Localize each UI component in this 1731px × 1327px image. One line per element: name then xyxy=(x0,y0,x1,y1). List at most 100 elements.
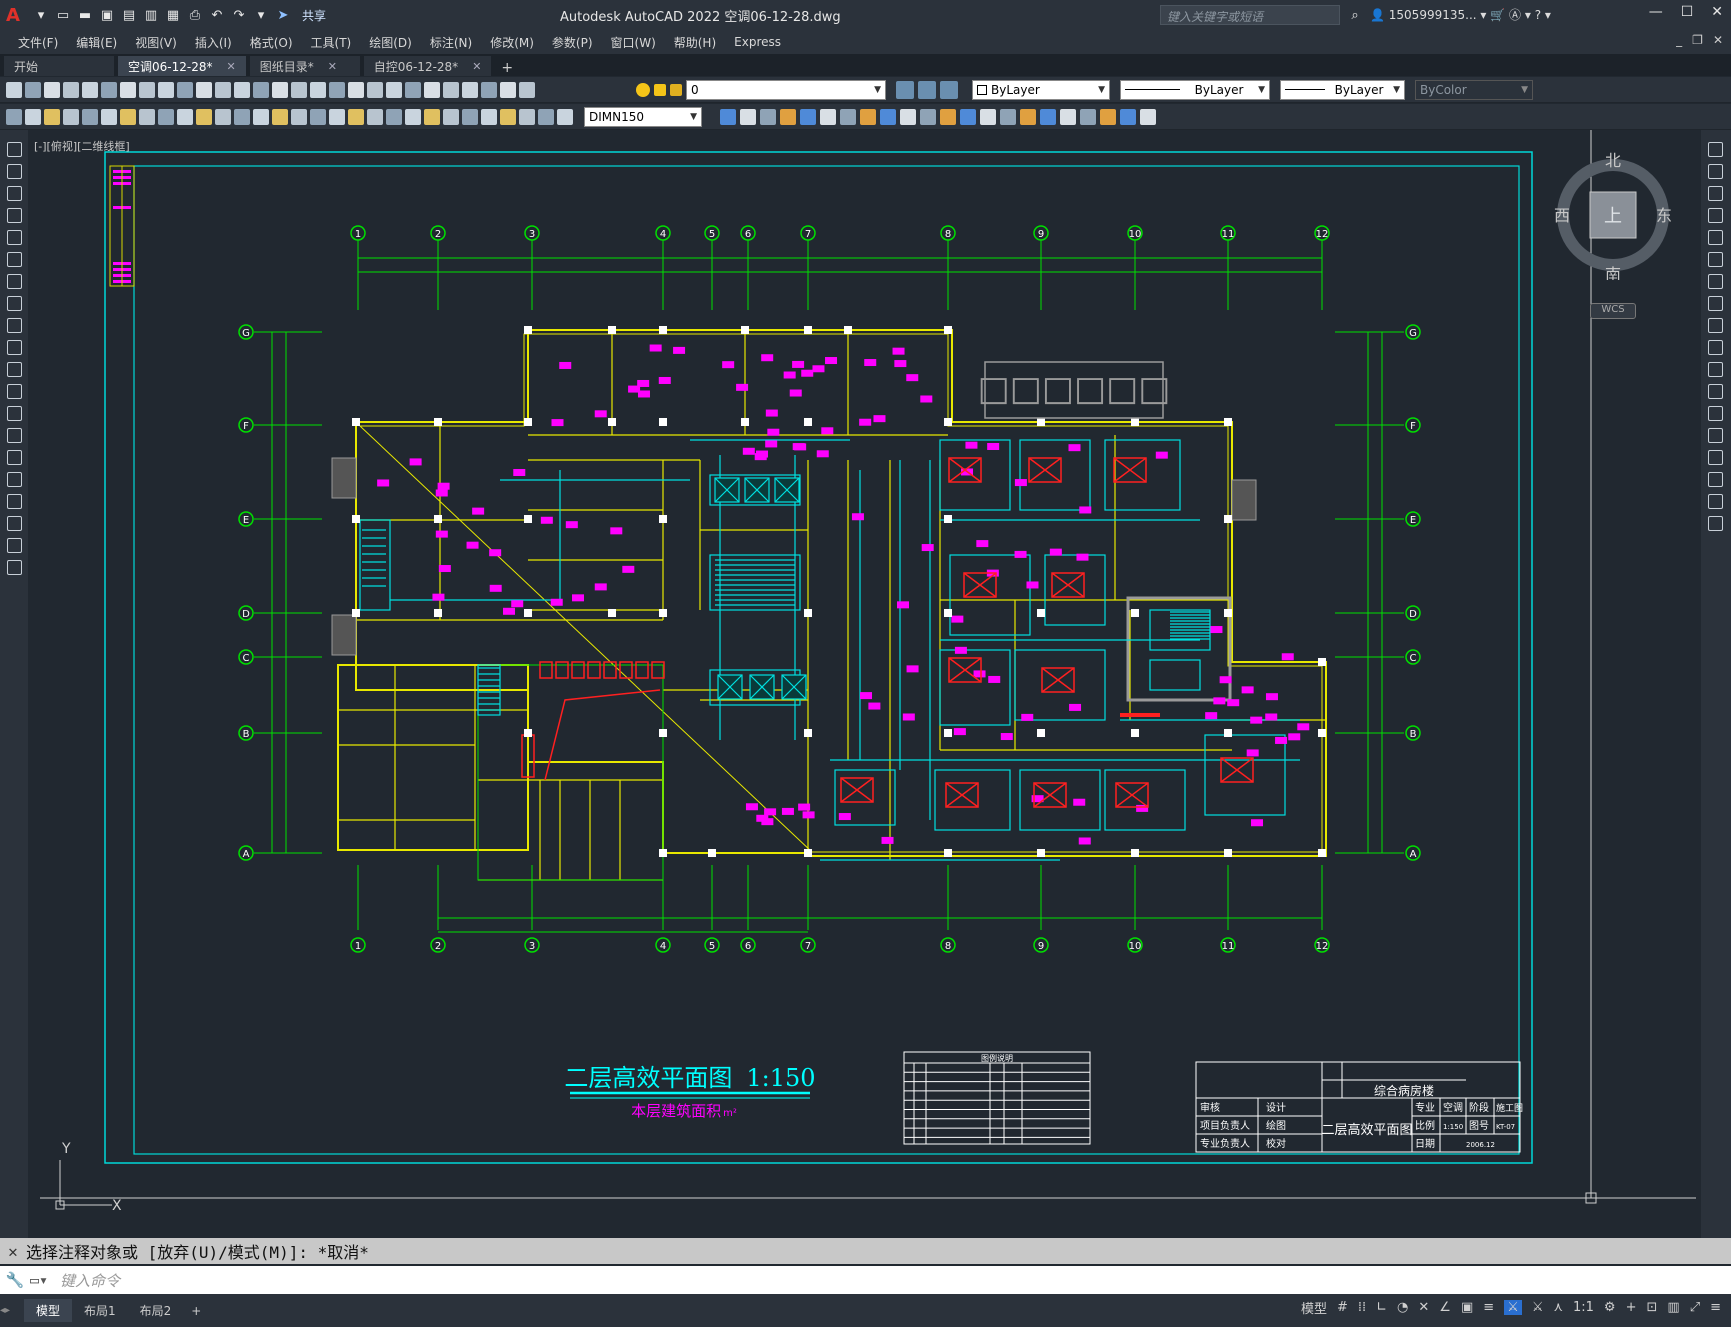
modify-tool-icon[interactable] xyxy=(1100,108,1116,125)
menu-item[interactable]: 视图(V) xyxy=(135,34,177,51)
modify-tool-icon[interactable] xyxy=(820,108,836,125)
layout-tab[interactable]: 模型 xyxy=(24,1299,73,1322)
layout-tab[interactable]: 布局2 xyxy=(128,1299,184,1322)
layout-tab[interactable]: 布局1 xyxy=(72,1299,128,1322)
search-input[interactable]: 键入关键字或短语 xyxy=(1160,5,1340,25)
dimension-tool-icon[interactable] xyxy=(63,108,79,125)
dropdown-icon[interactable]: ▾ xyxy=(32,6,50,24)
share-label[interactable]: 共享 xyxy=(302,7,326,24)
draw-tool-icon[interactable] xyxy=(7,362,22,377)
tool-icon[interactable] xyxy=(177,81,193,98)
layer-on-icon[interactable] xyxy=(636,82,650,97)
lineweight-select[interactable]: ByLayer ▼ xyxy=(1280,79,1405,100)
draw-tool-icon[interactable] xyxy=(7,296,22,311)
dimension-tool-icon[interactable] xyxy=(424,108,440,125)
dimension-tool-icon[interactable] xyxy=(443,108,459,125)
tool-icon[interactable] xyxy=(139,81,155,98)
modify-tool-icon[interactable] xyxy=(1708,274,1723,289)
tool-icon[interactable] xyxy=(101,81,117,98)
modify-tool-icon[interactable] xyxy=(1708,494,1723,509)
linetype-select[interactable]: ByLayer ▼ xyxy=(1120,79,1270,100)
add-layout-icon[interactable]: + xyxy=(191,1304,201,1318)
draw-tool-icon[interactable] xyxy=(7,142,22,157)
tool-icon[interactable] xyxy=(500,81,516,98)
dimension-tool-icon[interactable] xyxy=(462,108,478,125)
draw-tool-icon[interactable] xyxy=(7,384,22,399)
tool-icon[interactable] xyxy=(196,81,212,98)
osnap-icon[interactable]: ∠ xyxy=(1439,1300,1451,1315)
dimension-tool-icon[interactable] xyxy=(44,108,60,125)
modify-tool-icon[interactable] xyxy=(1708,142,1723,157)
menu-item[interactable]: 文件(F) xyxy=(18,34,58,51)
modify-tool-icon[interactable] xyxy=(840,108,856,125)
modify-tool-icon[interactable] xyxy=(1040,108,1056,125)
dimension-tool-icon[interactable] xyxy=(177,108,193,125)
dimension-tool-icon[interactable] xyxy=(25,108,41,125)
dimension-tool-icon[interactable] xyxy=(253,108,269,125)
customize-icon[interactable]: ≡ xyxy=(1710,1300,1721,1315)
share-icon[interactable]: ➤ xyxy=(274,6,292,24)
tool-icon[interactable] xyxy=(82,81,98,98)
modify-tool-icon[interactable] xyxy=(1708,318,1723,333)
modify-tool-icon[interactable] xyxy=(800,108,816,125)
modify-tool-icon[interactable] xyxy=(920,108,936,125)
file-tab[interactable]: 空调06-12-28* ✕ xyxy=(118,56,246,76)
modify-tool-icon[interactable] xyxy=(1000,108,1016,125)
menu-item[interactable]: Express xyxy=(734,35,781,49)
file-tab[interactable]: 开始 xyxy=(4,56,114,76)
modify-tool-icon[interactable] xyxy=(1708,516,1723,531)
modify-tool-icon[interactable] xyxy=(980,108,996,125)
export-icon[interactable]: ▦ xyxy=(164,6,182,24)
modify-tool-icon[interactable] xyxy=(1708,186,1723,201)
modify-tool-icon[interactable] xyxy=(1708,208,1723,223)
search-icon[interactable]: ⌕ xyxy=(1346,6,1364,24)
tool-icon[interactable] xyxy=(120,81,136,98)
tool-icon[interactable] xyxy=(6,81,22,98)
gear-icon[interactable]: ⚙ xyxy=(1604,1300,1616,1315)
layer-lock-icon[interactable] xyxy=(670,83,682,96)
tool-icon[interactable] xyxy=(291,81,307,98)
dimension-tool-icon[interactable] xyxy=(6,108,22,125)
dimension-tool-icon[interactable] xyxy=(538,108,554,125)
user-account[interactable]: 👤 1505999135... ▾ 🛒 Ⓐ ▾ ? ▾ xyxy=(1370,6,1551,23)
print-icon[interactable]: ⎙ xyxy=(186,6,204,24)
draw-tool-icon[interactable] xyxy=(7,252,22,267)
draw-tool-icon[interactable] xyxy=(7,560,22,575)
color-select[interactable]: ByLayer ▼ xyxy=(972,79,1110,100)
dimension-tool-icon[interactable] xyxy=(310,108,326,125)
menu-item[interactable]: 工具(T) xyxy=(311,34,352,51)
close-icon[interactable]: ✕ xyxy=(226,60,235,73)
draw-tool-icon[interactable] xyxy=(7,494,22,509)
close-icon[interactable]: ✕ xyxy=(472,60,481,73)
tool-icon[interactable] xyxy=(329,81,345,98)
tool-icon[interactable] xyxy=(63,81,79,98)
model-space-label[interactable]: 模型 xyxy=(1301,1298,1327,1317)
modify-tool-icon[interactable] xyxy=(1708,362,1723,377)
dimension-tool-icon[interactable] xyxy=(329,108,345,125)
menu-item[interactable]: 修改(M) xyxy=(490,34,534,51)
publish-icon[interactable]: ▥ xyxy=(142,6,160,24)
menu-item[interactable]: 参数(P) xyxy=(552,34,593,51)
plotstyle-select[interactable]: ByColor ▼ xyxy=(1415,79,1533,100)
annotation-scale-icon[interactable]: ⋏ xyxy=(1553,1300,1563,1315)
menu-item[interactable]: 帮助(H) xyxy=(674,34,716,51)
modify-tool-icon[interactable] xyxy=(1708,406,1723,421)
new-file-icon[interactable]: ▭ xyxy=(54,6,72,24)
tool-icon[interactable] xyxy=(234,81,250,98)
menu-item[interactable]: 窗口(W) xyxy=(611,34,656,51)
undo-icon[interactable]: ↶ xyxy=(208,6,226,24)
drawing-canvas[interactable]: Y X 1 1 2 2 3 3 4 4 5 5 6 6 7 7 8 8 9 9 10 10 11 11 12 12 G G F F E E… xyxy=(28,130,1701,1238)
osnap-tracking-icon[interactable]: ✕ xyxy=(1418,1300,1429,1315)
tool-icon[interactable] xyxy=(443,81,459,98)
hardware-accel-icon[interactable]: ▥ xyxy=(1667,1300,1679,1315)
modify-tool-icon[interactable] xyxy=(1060,108,1076,125)
modify-tool-icon[interactable] xyxy=(1708,428,1723,443)
tool-icon[interactable] xyxy=(253,81,269,98)
modify-tool-icon[interactable] xyxy=(960,108,976,125)
menu-item[interactable]: 格式(O) xyxy=(250,34,293,51)
dimension-tool-icon[interactable] xyxy=(120,108,136,125)
tool-icon[interactable] xyxy=(348,81,364,98)
layer-state-icon[interactable] xyxy=(918,80,936,99)
open-folder-icon[interactable]: ▬ xyxy=(76,6,94,24)
lineweight-icon[interactable]: ≡ xyxy=(1483,1300,1494,1315)
